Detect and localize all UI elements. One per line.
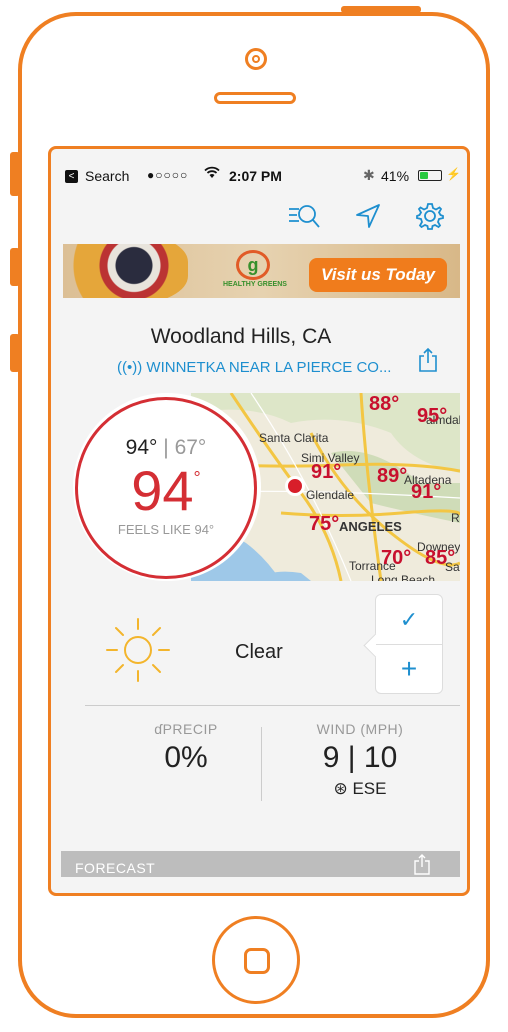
feels-like: FEELS LIKE 94° <box>117 522 215 537</box>
wind-stat: WIND (MPH) 9 | 10 ⊛ ESE <box>275 721 445 799</box>
current-temp-ring[interactable]: 94° | 67° 94° FEELS LIKE 94° <box>75 397 257 579</box>
sun-icon <box>103 615 173 685</box>
ad-brand-name: HEALTHY GREENS <box>223 281 287 288</box>
wind-label: WIND (MPH) <box>316 721 404 737</box>
map-label-riverside: R <box>451 511 460 525</box>
map-temp: 75° <box>309 513 340 535</box>
map-temp: 91° <box>311 461 342 483</box>
map-temp: 91° <box>411 481 442 503</box>
home-button[interactable] <box>212 916 300 1004</box>
status-bar: < Search ●○○○○ 2:07 PM ✱ 41% ⚡ <box>61 161 460 191</box>
map-label-los-angeles: ANGELES <box>339 519 402 534</box>
forecast-header[interactable]: FORECAST <box>61 851 460 877</box>
acai-bowl-image <box>63 244 188 298</box>
map-label-santa-clarita: Santa Clarita <box>259 431 329 445</box>
current-location-pin <box>285 476 305 496</box>
battery-icon <box>418 170 442 181</box>
precip-label: PRECIP <box>162 721 218 737</box>
wind-direction-icon: ⊛ <box>333 779 348 798</box>
carrier-label[interactable]: Search <box>85 168 129 184</box>
report-condition-button[interactable]: + <box>376 645 442 695</box>
wind-direction: ⊛ ESE <box>275 779 445 799</box>
confirm-condition-button[interactable]: ✓ <box>376 595 442 645</box>
section-divider <box>85 705 460 706</box>
map-temp: 89° <box>377 465 408 487</box>
high-temp: 94° <box>125 436 158 459</box>
earpiece-speaker <box>214 92 296 104</box>
condition-text: Clear <box>235 641 283 663</box>
wind-value: 9 | 10 <box>322 741 398 774</box>
station-broadcast-icon: ((•)) <box>117 359 143 376</box>
map-temp: 85° <box>425 547 456 569</box>
map-temp: 70° <box>381 547 412 569</box>
share-icon[interactable] <box>417 347 439 373</box>
precip-value: 0% <box>164 741 208 774</box>
bluetooth-icon: ✱ <box>363 167 375 183</box>
condition-row: Clear ✓ + <box>61 581 460 697</box>
low-temp: 67° <box>174 436 207 459</box>
condition-feedback-panel: ✓ + <box>375 594 443 694</box>
app-view: < Search ●○○○○ 2:07 PM ✱ 41% ⚡ g HEALTHY… <box>61 161 460 877</box>
location-arrow-icon[interactable] <box>353 201 385 233</box>
current-temp-value: 94 <box>131 459 194 522</box>
visit-us-button[interactable]: Visit us Today <box>309 258 447 292</box>
location-header: Woodland Hills, CA ((•)) WINNETKA NEAR L… <box>61 311 460 391</box>
city-name[interactable]: Woodland Hills, CA <box>61 325 421 349</box>
forecast-share-icon[interactable] <box>413 853 431 875</box>
map-temp: 95° <box>417 405 448 427</box>
current-temp: 94° <box>78 458 254 523</box>
search-list-icon[interactable] <box>287 201 320 233</box>
raindrop-icon: ɗ <box>154 721 163 737</box>
charging-bolt-icon: ⚡ <box>446 167 460 181</box>
precip-label-row: ɗPRECIP <box>101 721 271 737</box>
signal-strength-icon: ●○○○○ <box>147 168 189 182</box>
clock: 2:07 PM <box>229 168 282 184</box>
high-low-separator: | <box>163 436 169 459</box>
station-name: WINNETKA NEAR LA PIERCE CO... <box>146 359 392 376</box>
ad-banner[interactable]: g HEALTHY GREENS Visit us Today <box>63 244 460 298</box>
precip-stat: ɗPRECIP 0% <box>101 721 271 775</box>
high-low-temps: 94° | 67° <box>78 436 254 460</box>
back-to-app-icon[interactable]: < <box>65 170 78 183</box>
wind-direction-text: ESE <box>352 779 387 798</box>
top-toolbar <box>61 191 460 241</box>
forecast-label: FORECAST <box>75 860 156 876</box>
phone-screen: < Search ●○○○○ 2:07 PM ✱ 41% ⚡ g HEALTHY… <box>48 146 470 896</box>
wifi-icon <box>204 166 220 183</box>
weather-station-link[interactable]: ((•)) WINNETKA NEAR LA PIERCE CO... <box>117 359 391 376</box>
healthy-greens-logo: g <box>236 250 270 280</box>
stats-divider <box>261 727 262 801</box>
front-camera <box>245 48 267 70</box>
map-label-long-beach: Long Beach <box>371 573 436 581</box>
map-label-glendale: Glendale <box>306 488 355 502</box>
battery-percent: 41% <box>381 168 410 184</box>
settings-gear-icon[interactable] <box>415 201 447 233</box>
degree-symbol: ° <box>193 468 201 488</box>
map-temp: 88° <box>369 393 400 415</box>
